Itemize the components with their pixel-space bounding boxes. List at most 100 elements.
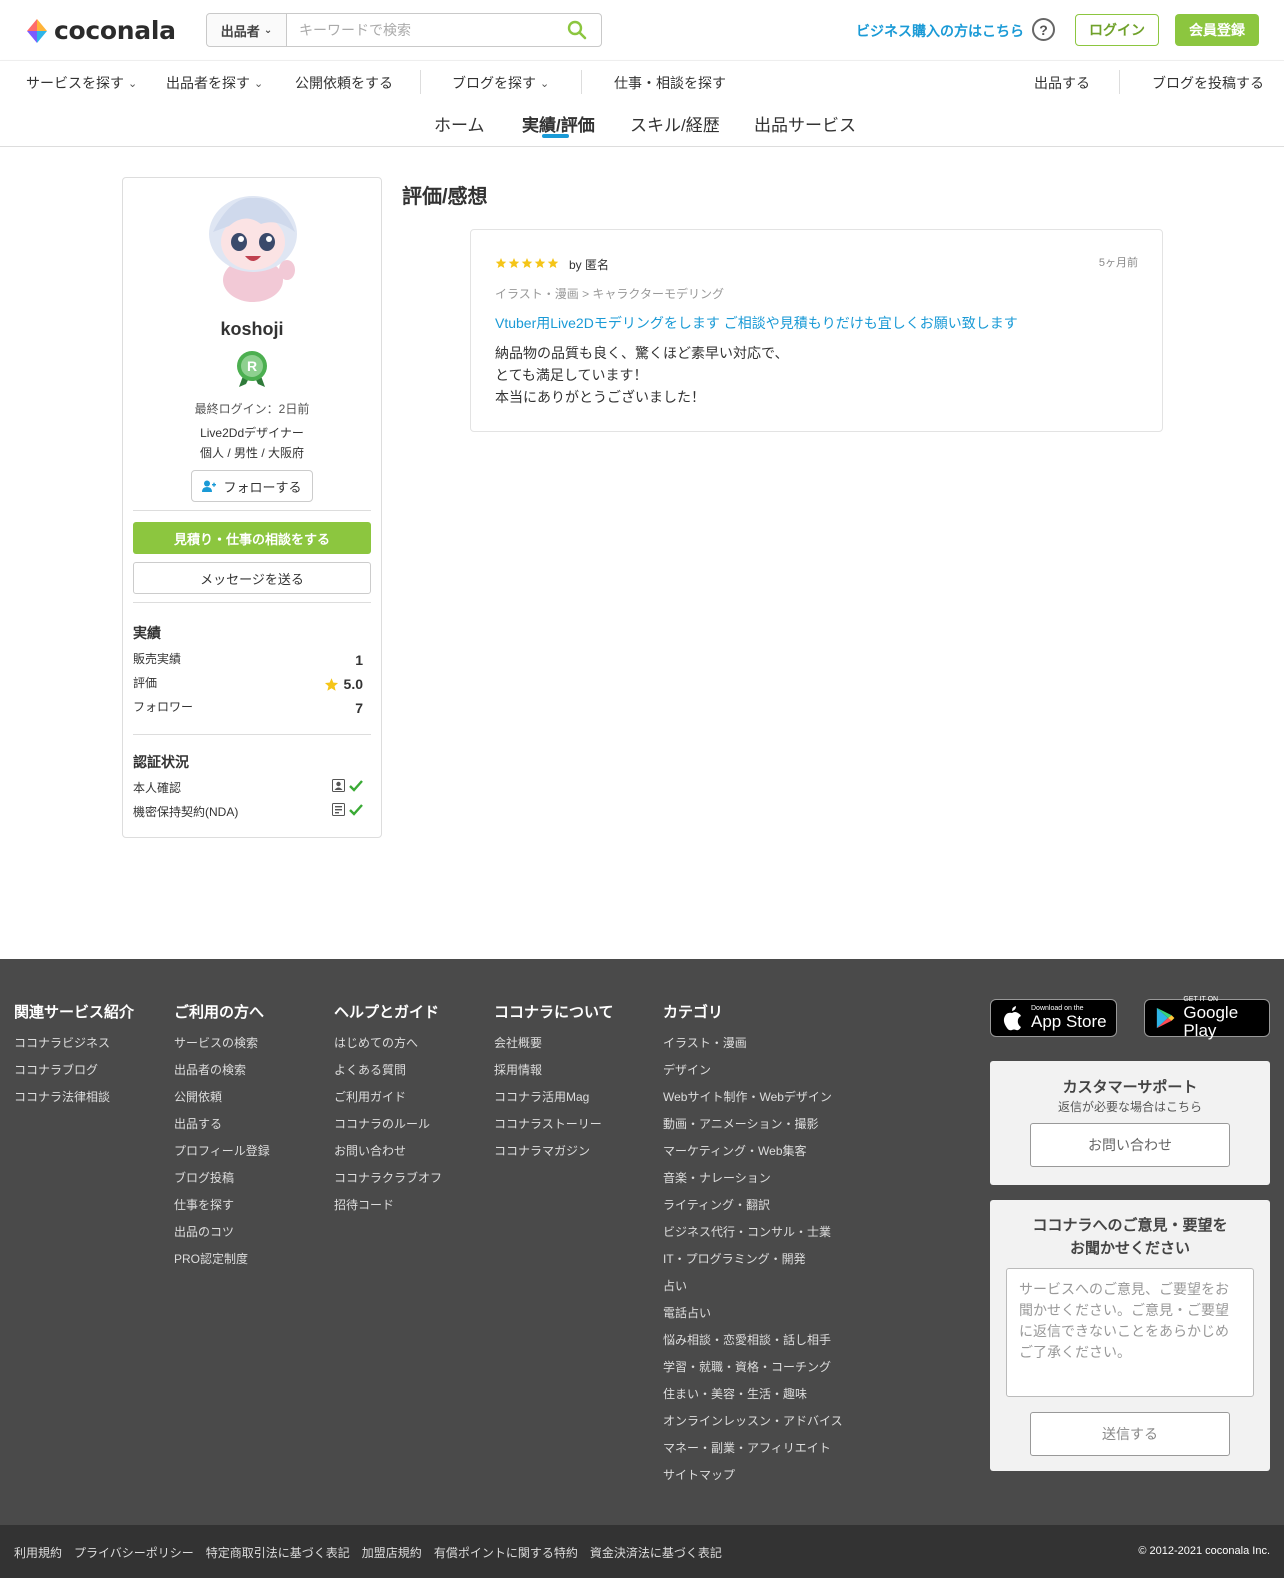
contact-button[interactable]: お問い合わせ xyxy=(1030,1123,1230,1167)
footer-link[interactable]: ココナラビジネス xyxy=(14,1035,134,1062)
footer-link[interactable]: 占い xyxy=(663,1278,843,1305)
review-service-link[interactable]: Vtuber用Live2Dモデリングをします ご相談や見積もりだけも宜しくお願い… xyxy=(495,313,1018,333)
footer-link[interactable]: 動画・アニメーション・撮影 xyxy=(663,1116,843,1143)
google-play-badge[interactable]: GET IT ON Google Play xyxy=(1144,996,1270,1040)
stat-value-rating: 5.0 xyxy=(343,676,363,692)
message-button[interactable]: メッセージを送る xyxy=(133,562,371,594)
footer-link[interactable]: IT・プログラミング・開発 xyxy=(663,1251,843,1278)
footer-link[interactable]: 招待コード xyxy=(334,1197,442,1224)
footer-link[interactable]: 住まい・美容・生活・趣味 xyxy=(663,1386,843,1413)
avatar[interactable] xyxy=(201,192,305,302)
legal-link[interactable]: 資金決済法に基づく表記 xyxy=(590,1544,722,1561)
footer-col-users: ご利用の方へ サービスの検索 出品者の検索 公開依頼 出品する プロフィール登録 ブログ投… xyxy=(174,1001,270,1278)
review-line: とても満足しています！ xyxy=(495,367,648,383)
footer-link[interactable]: ココナラクラブオフ xyxy=(334,1170,442,1197)
footer-link[interactable]: 学習・就職・資格・コーチング xyxy=(663,1359,843,1386)
feedback-title-line: ココナラへのご意見・要望を xyxy=(1032,1217,1228,1234)
footer-link[interactable]: マーケティング・Web集客 xyxy=(663,1143,843,1170)
review-body: 納品物の品質も良く、驚くほど素早い対応で、 とても満足しています！ 本当にありが… xyxy=(495,342,788,408)
tab-services[interactable]: 出品サービス xyxy=(754,111,856,136)
help-icon[interactable]: ? xyxy=(1032,18,1055,41)
legal-link[interactable]: 加盟店規約 xyxy=(362,1544,422,1561)
footer-link[interactable]: ココナラストーリー xyxy=(494,1116,614,1143)
footer-link[interactable]: 採用情報 xyxy=(494,1062,614,1089)
footer-link[interactable]: サービスの検索 xyxy=(174,1035,270,1062)
star-icon xyxy=(521,258,533,268)
footer-link[interactable]: 出品する xyxy=(174,1116,270,1143)
footer-link[interactable]: デザイン xyxy=(663,1062,843,1089)
nav-find-blogs[interactable]: ブログを探す ⌄ xyxy=(452,73,549,93)
profile-title: Live2Ddデザイナー xyxy=(200,426,304,440)
nav-divider xyxy=(581,70,582,94)
business-purchase-link[interactable]: ビジネス購入の方はこちら xyxy=(856,21,1024,41)
footer-link[interactable]: ビジネス代行・コンサル・士業 xyxy=(663,1224,843,1251)
footer-link[interactable]: 出品者の検索 xyxy=(174,1062,270,1089)
nav-post-blog[interactable]: ブログを投稿する xyxy=(1152,73,1264,93)
app-store-badge[interactable]: Download on the App Store xyxy=(990,999,1117,1037)
nav-label: 出品する xyxy=(1034,75,1090,91)
footer-link[interactable]: ココナラのルール xyxy=(334,1116,442,1143)
register-button[interactable]: 会員登録 xyxy=(1175,14,1259,46)
footer-link[interactable]: ライティング・翻訳 xyxy=(663,1197,843,1224)
star-icon xyxy=(534,258,546,268)
check-icon xyxy=(349,779,363,792)
footer-link[interactable]: オンラインレッスン・アドバイス xyxy=(663,1413,843,1440)
footer-link[interactable]: ご利用ガイド xyxy=(334,1089,442,1116)
google-play-big: Google Play xyxy=(1183,1003,1239,1040)
footer-link[interactable]: 仕事を探す xyxy=(174,1197,270,1224)
footer-link[interactable]: ココナラブログ xyxy=(14,1062,134,1089)
divider xyxy=(133,510,371,511)
legal-link[interactable]: 特定商取引法に基づく表記 xyxy=(206,1544,350,1561)
quote-button[interactable]: 見積り・仕事の相談をする xyxy=(133,522,371,554)
nav-public-request[interactable]: 公開依頼をする xyxy=(295,73,393,93)
legal-link[interactable]: 利用規約 xyxy=(14,1544,62,1561)
follow-button[interactable]: フォローする xyxy=(191,470,313,502)
footer-link[interactable]: ココナラ法律相談 xyxy=(14,1089,134,1116)
support-title: カスタマーサポート xyxy=(1062,1079,1198,1096)
nav-find-jobs[interactable]: 仕事・相談を探す xyxy=(614,73,726,93)
verify-status-nda xyxy=(332,803,363,816)
tab-reviews[interactable]: 実績/評価 xyxy=(522,111,595,136)
footer-link[interactable]: 会社概要 xyxy=(494,1035,614,1062)
tab-home[interactable]: ホーム xyxy=(434,111,485,136)
nav-label: 仕事・相談を探す xyxy=(614,75,726,91)
nav-find-services[interactable]: サービスを探す ⌄ xyxy=(26,73,137,93)
legal-link[interactable]: 有償ポイントに関する特約 xyxy=(434,1544,578,1561)
feedback-textarea[interactable] xyxy=(1006,1268,1254,1397)
legal-link[interactable]: プライバシーポリシー xyxy=(74,1544,194,1561)
footer-link[interactable]: 悩み相談・恋愛相談・話し相手 xyxy=(663,1332,843,1359)
search-icon xyxy=(567,20,587,40)
feedback-submit-button[interactable]: 送信する xyxy=(1030,1412,1230,1456)
footer-link[interactable]: サイトマップ xyxy=(663,1467,843,1494)
footer-link[interactable]: はじめての方へ xyxy=(334,1035,442,1062)
login-button[interactable]: ログイン xyxy=(1075,14,1159,46)
footer-link[interactable]: お問い合わせ xyxy=(334,1143,442,1170)
search-input[interactable] xyxy=(287,14,553,46)
follow-label: フォローする xyxy=(223,479,302,495)
footer-link[interactable]: 出品のコツ xyxy=(174,1224,270,1251)
legal-links: 利用規約 プライバシーポリシー 特定商取引法に基づく表記 加盟店規約 有償ポイントに関す… xyxy=(14,1544,722,1561)
nav-sell[interactable]: 出品する xyxy=(1034,73,1090,93)
footer-link[interactable]: 音楽・ナレーション xyxy=(663,1170,843,1197)
search-button[interactable] xyxy=(553,14,601,46)
footer-link[interactable]: ブログ投稿 xyxy=(174,1170,270,1197)
review-line: 本当にありがとうございました！ xyxy=(495,389,705,405)
nav-find-sellers[interactable]: 出品者を探す ⌄ xyxy=(166,73,263,93)
footer-link[interactable]: PRO認定制度 xyxy=(174,1251,270,1278)
tab-skills[interactable]: スキル/経歴 xyxy=(630,111,720,136)
user-plus-icon xyxy=(202,480,217,492)
footer-link[interactable]: 電話占い xyxy=(663,1305,843,1332)
search-type-select[interactable]: 出品者 ⌄ xyxy=(207,14,287,46)
nav-label: ブログを投稿する xyxy=(1152,75,1264,91)
footer-link[interactable]: プロフィール登録 xyxy=(174,1143,270,1170)
footer-link[interactable]: イラスト・漫画 xyxy=(663,1035,843,1062)
logo[interactable]: coconala xyxy=(26,16,176,45)
footer-link[interactable]: ココナラ活用Mag xyxy=(494,1089,614,1116)
footer-link[interactable]: よくある質問 xyxy=(334,1062,442,1089)
footer-link[interactable]: Webサイト制作・Webデザイン xyxy=(663,1089,843,1116)
footer-link[interactable]: 公開依頼 xyxy=(174,1089,270,1116)
chevron-down-icon: ⌄ xyxy=(128,77,138,90)
footer-link[interactable]: マネー・副業・アフィリエイト xyxy=(663,1440,843,1467)
footer-link[interactable]: ココナラマガジン xyxy=(494,1143,614,1170)
footer-link-list: サービスの検索 出品者の検索 公開依頼 出品する プロフィール登録 ブログ投稿 仕事を探す出… xyxy=(174,1035,270,1278)
